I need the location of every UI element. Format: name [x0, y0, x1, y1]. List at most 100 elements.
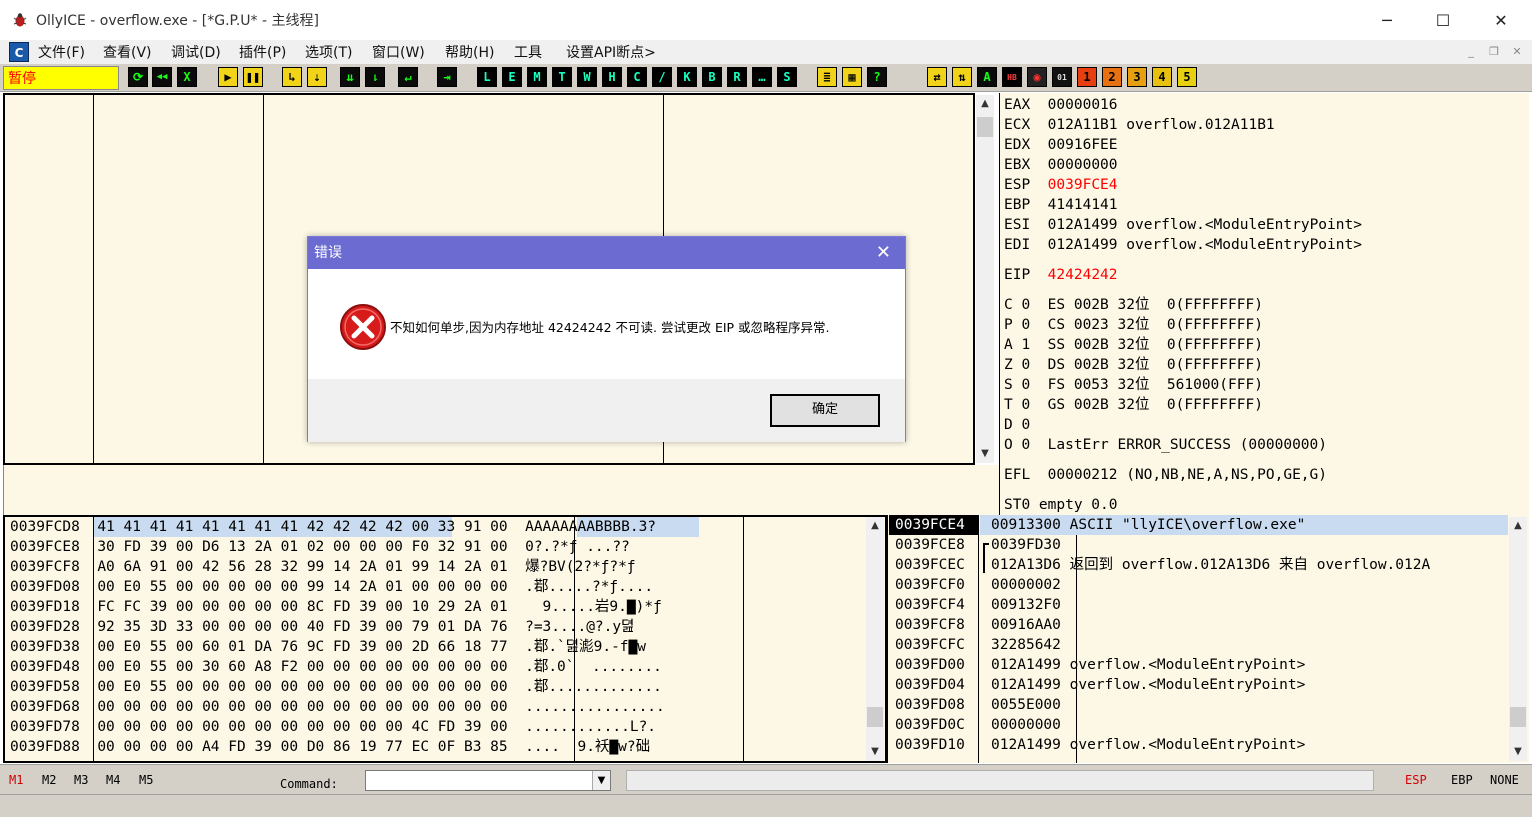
register-efl[interactable]: EFL 00000212 (NO,NB,NE,A,NS,PO,GE,G): [1004, 465, 1327, 485]
stack-row[interactable]: 0039FD10 012A1499 overflow.<ModuleEntryP…: [888, 735, 1305, 755]
goto-button[interactable]: ⇥: [437, 67, 457, 87]
register-ebx[interactable]: EBX 00000000: [1004, 155, 1118, 175]
dump-row[interactable]: 0039FD28 92 35 3D 33 00 00 00 00 40 FD 3…: [5, 617, 634, 637]
disassembly-scrollbar[interactable]: ▲ ▼: [976, 95, 994, 463]
register-eip[interactable]: EIP 42424242: [1004, 265, 1118, 285]
stack-row[interactable]: 0039FD0C 00000000: [888, 715, 1070, 735]
mdi-minimize-button[interactable]: _: [1462, 43, 1480, 61]
modules-window-button[interactable]: E: [502, 67, 522, 87]
stack-row[interactable]: 0039FCF0 00000002: [888, 575, 1070, 595]
marker-m3[interactable]: M3: [74, 773, 88, 787]
dump-row[interactable]: 0039FD18 FC FC 39 00 00 00 00 00 8C FD 3…: [5, 597, 662, 617]
follow-none[interactable]: NONE: [1490, 773, 1519, 787]
hardware-breakpoint-button[interactable]: HB: [1002, 67, 1022, 87]
marker-m1[interactable]: M1: [9, 773, 23, 787]
close-process-button[interactable]: X: [177, 67, 197, 87]
close-button[interactable]: ✕: [1472, 0, 1530, 40]
plugin-button-a[interactable]: A: [977, 67, 997, 87]
command-input[interactable]: ▼: [365, 770, 611, 791]
dump-pane[interactable]: 0039FCD8 41 41 41 41 41 41 41 41 42 42 4…: [3, 515, 887, 763]
target-button[interactable]: ◉: [1027, 67, 1047, 87]
trace-into-button[interactable]: ⇊: [340, 67, 360, 87]
menu-set-api-breakpoint[interactable]: 设置API断点>: [566, 42, 656, 62]
register-eax[interactable]: EAX 00000016: [1004, 95, 1118, 115]
stack-row[interactable]: 0039FD08 0055E000: [888, 695, 1070, 715]
register-ecx[interactable]: ECX 012A11B1 overflow.012A11B1: [1004, 115, 1275, 135]
scroll-up-icon[interactable]: ▲: [1509, 517, 1527, 535]
flag-row[interactable]: Z 0 DS 002B 32位 0(FFFFFFFF): [1004, 355, 1263, 375]
stack-row[interactable]: 0039FCF4 009132F0: [888, 595, 1070, 615]
stack-row[interactable]: 0039FD04 012A1499 overflow.<ModuleEntryP…: [888, 675, 1305, 695]
restart-button[interactable]: ⟳: [128, 67, 148, 87]
scrollbar-thumb[interactable]: [1510, 707, 1526, 727]
plugin-button-n4[interactable]: 4: [1152, 67, 1172, 87]
stack-row[interactable]: 0039FCE4 00913300 ASCII "llyICE\overflow…: [888, 515, 1305, 535]
stack-row[interactable]: 0039FCE8 0039FD30: [888, 535, 1070, 555]
run-button[interactable]: ▶: [218, 67, 238, 87]
register-edi[interactable]: EDI 012A1499 overflow.<ModuleEntryPoint>: [1004, 235, 1362, 255]
dump-row[interactable]: 0039FD58 00 E0 55 00 00 00 00 00 00 00 0…: [5, 677, 662, 697]
flag-row[interactable]: T 0 GS 002B 32位 0(FFFFFFFF): [1004, 395, 1263, 415]
maximize-button[interactable]: ☐: [1414, 0, 1472, 40]
menu-view[interactable]: 查看(V): [103, 42, 152, 62]
register-esi[interactable]: ESI 012A1499 overflow.<ModuleEntryPoint>: [1004, 215, 1362, 235]
options-button[interactable]: ▦: [842, 67, 862, 87]
dump-row[interactable]: 0039FCD8 41 41 41 41 41 41 41 41 42 42 4…: [5, 517, 656, 537]
plugin-button-n1[interactable]: 1: [1077, 67, 1097, 87]
marker-m5[interactable]: M5: [139, 773, 153, 787]
stack-scrollbar[interactable]: ▲ ▼: [1509, 517, 1527, 761]
step-into-button[interactable]: ↳: [282, 67, 302, 87]
rewind-button[interactable]: ◀◀: [152, 67, 172, 87]
dialog-close-button[interactable]: ✕: [876, 237, 891, 269]
handles-window-button[interactable]: H: [602, 67, 622, 87]
scroll-up-icon[interactable]: ▲: [976, 95, 994, 113]
menu-window[interactable]: 窗口(W): [372, 42, 425, 62]
dump-row[interactable]: 0039FD48 00 E0 55 00 30 60 A8 F2 00 00 0…: [5, 657, 662, 677]
dump-row[interactable]: 0039FD38 00 E0 55 00 60 01 DA 76 9C FD 3…: [5, 637, 646, 657]
plugin-button-n2[interactable]: 2: [1102, 67, 1122, 87]
appearance-button[interactable]: ≣: [817, 67, 837, 87]
marker-m2[interactable]: M2: [42, 773, 56, 787]
source-window-button[interactable]: S: [777, 67, 797, 87]
log-window-button[interactable]: L: [477, 67, 497, 87]
scroll-up-icon[interactable]: ▲: [866, 517, 884, 535]
dump-row[interactable]: 0039FCE8 30 FD 39 00 D6 13 2A 01 02 00 0…: [5, 537, 630, 557]
chevron-down-icon[interactable]: ▼: [592, 771, 610, 790]
registers-pane[interactable]: EAX 00000016 ECX 012A11B1 overflow.012A1…: [999, 93, 1529, 515]
plugin-button-2[interactable]: ⇅: [952, 67, 972, 87]
dump-row[interactable]: 0039FD08 00 E0 55 00 00 00 00 00 99 14 2…: [5, 577, 653, 597]
ok-button[interactable]: 确定: [770, 394, 880, 427]
windows-window-button[interactable]: W: [577, 67, 597, 87]
menu-plugins[interactable]: 插件(P): [239, 42, 286, 62]
dialog-title-bar[interactable]: 错误 ✕: [308, 237, 905, 269]
minimize-button[interactable]: ─: [1358, 0, 1416, 40]
mdi-restore-button[interactable]: ❐: [1485, 43, 1503, 61]
dump-row[interactable]: 0039FD78 00 00 00 00 00 00 00 00 00 00 0…: [5, 717, 656, 737]
register-st0[interactable]: ST0 empty 0.0: [1004, 495, 1118, 515]
threads-window-button[interactable]: T: [552, 67, 572, 87]
stack-pane[interactable]: 0039FCE4 00913300 ASCII "llyICE\overflow…: [887, 515, 1529, 763]
flag-row[interactable]: P 0 CS 0023 32位 0(FFFFFFFF): [1004, 315, 1263, 335]
plugin-button-n3[interactable]: 3: [1127, 67, 1147, 87]
mdi-close-button[interactable]: ✕: [1508, 43, 1526, 61]
register-edx[interactable]: EDX 00916FEE: [1004, 135, 1118, 155]
menu-help[interactable]: 帮助(H): [445, 42, 494, 62]
breakpoints-window-button[interactable]: B: [702, 67, 722, 87]
binary-button[interactable]: 01: [1052, 67, 1072, 87]
plugin-button-1[interactable]: ⇄: [927, 67, 947, 87]
memory-window-button[interactable]: M: [527, 67, 547, 87]
app-menu-icon[interactable]: C: [9, 42, 29, 62]
register-ebp[interactable]: EBP 41414141: [1004, 195, 1118, 215]
run-trace-button[interactable]: …: [752, 67, 772, 87]
stack-row[interactable]: 0039FCFC 32285642: [888, 635, 1070, 655]
scroll-down-icon[interactable]: ▼: [866, 743, 884, 761]
scrollbar-thumb[interactable]: [867, 707, 883, 727]
scroll-down-icon[interactable]: ▼: [976, 445, 994, 463]
dump-row[interactable]: 0039FD68 00 00 00 00 00 00 00 00 00 00 0…: [5, 697, 665, 717]
flag-row[interactable]: O 0 LastErr ERROR_SUCCESS (00000000): [1004, 435, 1327, 455]
flag-row[interactable]: D 0: [1004, 415, 1030, 435]
marker-m4[interactable]: M4: [106, 773, 120, 787]
execute-till-return-button[interactable]: ↵: [398, 67, 418, 87]
menu-options[interactable]: 选项(T): [305, 42, 352, 62]
trace-over-button[interactable]: ⇂: [365, 67, 385, 87]
